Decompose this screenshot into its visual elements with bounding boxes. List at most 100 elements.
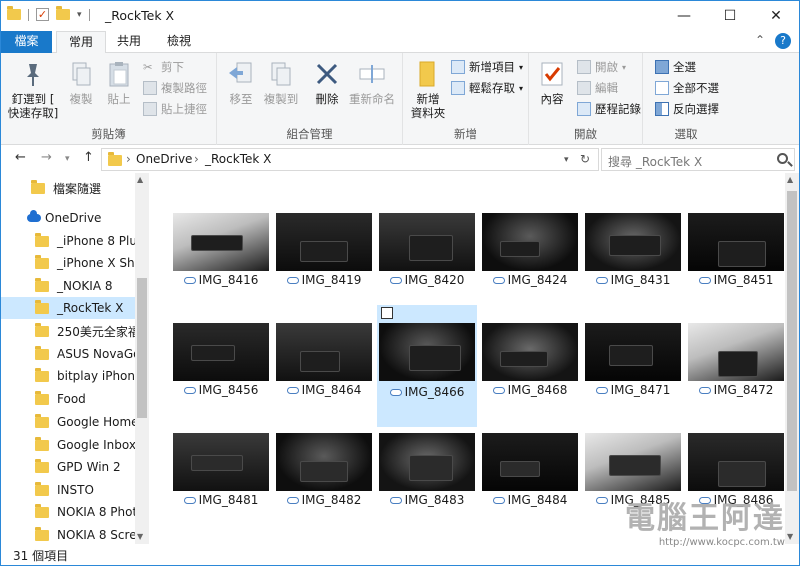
product-shape (300, 241, 348, 262)
nav-item-folder[interactable]: _iPhone X Shoo (1, 252, 135, 274)
edit-button[interactable]: 編輯 (577, 80, 618, 96)
nav-item-folder[interactable]: NOKIA 8 Photos (1, 501, 135, 523)
back-icon[interactable]: ← (15, 150, 26, 165)
folder-icon (35, 299, 49, 314)
product-shape (609, 455, 661, 476)
product-shape (409, 235, 453, 261)
rename-button[interactable]: 重新命名 (345, 59, 399, 106)
cut-button[interactable]: ✂ 剪下 (143, 59, 184, 75)
new-folder-button[interactable]: 新增 資料夾 (407, 59, 449, 120)
file-tile[interactable]: IMG_8424 (480, 211, 580, 317)
file-tile[interactable]: IMG_8416 (171, 211, 271, 317)
easy-access-icon (451, 81, 465, 95)
address-dropdown-icon[interactable]: ▾ (564, 155, 569, 165)
maximize-button[interactable]: ☐ (707, 1, 753, 31)
copy-button[interactable]: 複製 (63, 59, 99, 106)
breadcrumb-rocktek[interactable]: _RockTek X (205, 152, 271, 166)
file-tile[interactable]: IMG_8468 (480, 321, 580, 427)
forward-icon[interactable]: → (41, 150, 52, 165)
file-tile[interactable]: IMG_8464 (274, 321, 374, 427)
move-to-button[interactable]: 移至 (223, 59, 259, 106)
file-tile[interactable]: IMG_8481 (171, 431, 271, 537)
cloud-sync-icon (389, 388, 402, 396)
image-thumbnail (379, 433, 475, 491)
file-tile[interactable]: IMG_8451 (686, 211, 786, 317)
pin-quick-access-button[interactable]: 釘選到 [ 快速存取] (5, 59, 61, 120)
nav-item-folder[interactable]: _iPhone 8 Plus (1, 230, 135, 252)
nav-scrollbar-thumb[interactable] (137, 278, 147, 418)
paste-shortcut-button[interactable]: 貼上捷徑 (143, 101, 207, 117)
nav-item-folder[interactable]: GPD Win 2 (1, 456, 135, 478)
nav-item-folder[interactable]: _NOKIA 8 (1, 275, 135, 297)
tab-view[interactable]: 檢視 (159, 31, 199, 53)
delete-button[interactable]: 刪除 (311, 59, 343, 106)
selection-checkbox[interactable] (381, 307, 393, 319)
ribbon: 釘選到 [ 快速存取] 複製 貼上 ✂ 剪下 複製路徑 貼上捷徑 剪貼簿 移至 … (1, 53, 799, 145)
nav-item-folder[interactable]: Google Inbox (1, 434, 135, 456)
content-scrollbar[interactable]: ▲ ▼ (785, 173, 799, 544)
up-icon[interactable]: ↑ (83, 150, 94, 165)
file-tile[interactable]: IMG_8471 (583, 321, 683, 427)
search-icon[interactable] (777, 153, 788, 164)
file-tile[interactable]: IMG_8456 (171, 321, 271, 427)
scroll-down-icon[interactable]: ▼ (137, 532, 143, 541)
file-tile[interactable]: IMG_8472 (686, 321, 786, 427)
properties-button[interactable]: 內容 (535, 59, 569, 106)
product-shape (500, 461, 540, 477)
collapse-ribbon-icon[interactable]: ⌃ (755, 33, 765, 49)
file-caption: IMG_8464 (274, 383, 374, 397)
nav-item-on-demand[interactable]: 檔案隨選 (1, 177, 135, 199)
address-bar[interactable]: › OneDrive › _RockTek X ▾ ↻ (101, 148, 599, 171)
nav-item-folder-selected[interactable]: _RockTek X (1, 297, 135, 319)
nav-scrollbar[interactable]: ▲ ▼ (135, 173, 149, 544)
nav-item-onedrive[interactable]: OneDrive (1, 207, 135, 229)
tab-share[interactable]: 共用 (109, 31, 149, 53)
new-folder-icon[interactable] (56, 6, 70, 20)
copy-path-button[interactable]: 複製路徑 (143, 80, 207, 96)
properties-icon[interactable]: ✓ (36, 8, 49, 21)
tab-home[interactable]: 常用 (56, 31, 106, 54)
help-icon[interactable]: ? (775, 33, 791, 49)
content-scrollbar-thumb[interactable] (787, 191, 797, 491)
nav-item-folder[interactable]: NOKIA 8 Screer (1, 524, 135, 544)
file-tile[interactable]: IMG_8419 (274, 211, 374, 317)
history-button[interactable]: 歷程記錄 (577, 101, 641, 117)
select-none-button[interactable]: 全部不選 (655, 80, 719, 96)
invert-selection-button[interactable]: 反向選擇 (655, 101, 719, 117)
easy-access-button[interactable]: 輕鬆存取 ▾ (451, 80, 523, 96)
nav-item-folder[interactable]: ASUS NovaGo (1, 343, 135, 365)
file-tile[interactable]: IMG_8484 (480, 431, 580, 537)
nav-item-folder[interactable]: Google Home M (1, 411, 135, 433)
customize-toolbar-icon[interactable]: ▾ (77, 10, 82, 20)
file-tile[interactable]: IMG_8466 (377, 305, 477, 427)
nav-item-folder[interactable]: bitplay iPhone 8 (1, 365, 135, 387)
file-name: IMG_8420 (404, 273, 465, 287)
image-thumbnail (688, 323, 784, 381)
paste-button[interactable]: 貼上 (101, 59, 137, 106)
scroll-up-icon[interactable]: ▲ (137, 175, 143, 184)
nav-item-folder[interactable]: Food (1, 388, 135, 410)
tab-file[interactable]: 檔案 (1, 31, 52, 53)
file-tile[interactable]: IMG_8431 (583, 211, 683, 317)
file-tile[interactable]: IMG_8482 (274, 431, 374, 537)
search-input[interactable]: 搜尋 _RockTek X (608, 153, 702, 170)
select-all-button[interactable]: 全選 (655, 59, 696, 75)
new-item-button[interactable]: 新增項目 ▾ (451, 59, 523, 75)
recent-locations-icon[interactable]: ▾ (65, 154, 70, 164)
file-tile[interactable]: IMG_8483 (377, 431, 477, 537)
scroll-up-icon[interactable]: ▲ (787, 175, 793, 184)
scroll-down-icon[interactable]: ▼ (787, 532, 793, 541)
watermark-url: http://www.kocpc.com.tw (658, 537, 785, 548)
nav-item-folder[interactable]: 250美元全家福糊 (1, 320, 135, 342)
close-button[interactable]: ✕ (753, 1, 799, 31)
refresh-icon[interactable]: ↻ (580, 152, 590, 166)
copy-to-button[interactable]: 複製到 (261, 59, 301, 106)
folder-icon (7, 6, 21, 20)
open-button[interactable]: 開啟 ▾ (577, 59, 626, 75)
minimize-button[interactable]: — (661, 1, 707, 31)
folder-icon (35, 481, 49, 496)
breadcrumb-onedrive[interactable]: OneDrive (136, 152, 192, 166)
nav-item-folder[interactable]: INSTO (1, 479, 135, 501)
file-tile[interactable]: IMG_8420 (377, 211, 477, 317)
search-box[interactable]: 搜尋 _RockTek X (601, 148, 795, 171)
